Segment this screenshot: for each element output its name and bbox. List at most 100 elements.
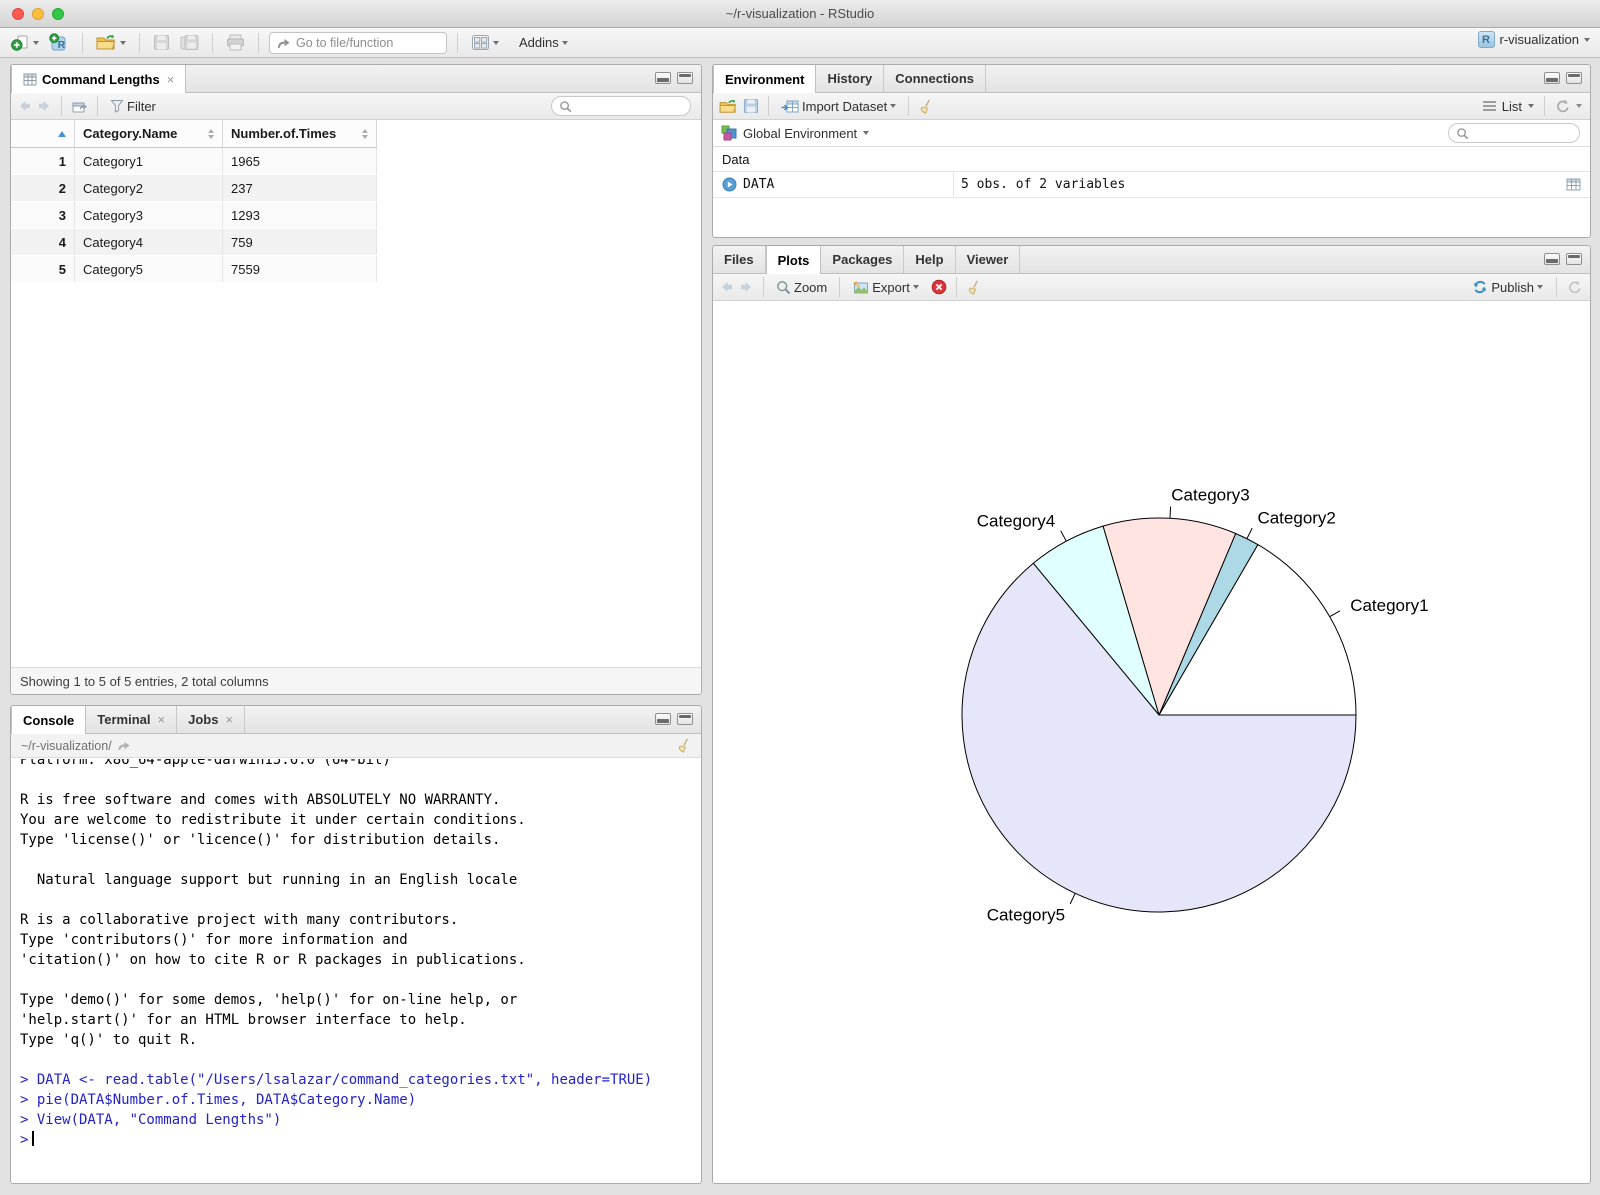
close-window-button[interactable] <box>12 8 24 20</box>
pie-label-tick <box>1069 893 1076 905</box>
list-view-label[interactable]: List <box>1502 99 1522 114</box>
tab-close-icon[interactable]: × <box>158 712 166 727</box>
previous-plot-icon[interactable] <box>719 280 734 294</box>
environment-object-row[interactable]: DATA 5 obs. of 2 variables <box>713 172 1590 198</box>
publish-button[interactable]: Publish <box>1469 278 1546 297</box>
back-icon[interactable] <box>17 99 32 113</box>
console-path-bar: ~/r-visualization/ <box>11 734 701 758</box>
global-environment-selector[interactable]: Global Environment <box>743 126 857 141</box>
clear-objects-icon[interactable] <box>918 99 934 114</box>
r-cube-letter: R <box>57 40 65 51</box>
column-header-rownum[interactable] <box>11 120 75 147</box>
search-icon <box>559 100 572 113</box>
tab-close-icon[interactable]: × <box>167 72 175 87</box>
tab-label: Terminal <box>97 712 151 727</box>
pie-label-tick <box>1169 506 1172 519</box>
tab-label: Plots <box>777 252 810 268</box>
console-output[interactable]: Platform: x86_64-apple-darwin15.6.0 (64-… <box>11 759 701 1183</box>
search-icon <box>1456 127 1469 140</box>
project-label: r-visualization <box>1499 32 1579 47</box>
row-number: 2 <box>11 175 75 201</box>
pie-chart: Category1 Category2 Category3 Category4 Cate… <box>961 486 1429 925</box>
data-viewer-pane: Command Lengths × Filter Category.Name N… <box>10 64 702 695</box>
view-object-icon[interactable] <box>1566 178 1581 191</box>
text-cursor <box>32 1131 34 1146</box>
tab-files[interactable]: Files <box>713 246 766 273</box>
tab-terminal[interactable]: Terminal × <box>86 706 178 733</box>
table-row[interactable]: 2 Category2 237 <box>11 175 377 202</box>
open-new-window-icon[interactable] <box>71 99 88 114</box>
tab-label: Viewer <box>966 252 1009 267</box>
new-project-button[interactable]: R <box>46 31 72 54</box>
pane-layout-button[interactable] <box>468 32 502 53</box>
column-header-name[interactable]: Category.Name <box>75 120 223 147</box>
table-row[interactable]: 1 Category1 1965 <box>11 148 377 175</box>
goto-file-input[interactable] <box>296 35 426 50</box>
save-all-icon <box>180 34 199 51</box>
goto-file-box[interactable] <box>269 31 447 54</box>
working-directory: ~/r-visualization/ <box>21 738 112 753</box>
remove-plot-icon[interactable] <box>931 279 947 295</box>
maximize-pane-icon[interactable] <box>677 72 693 84</box>
data-viewer-search[interactable] <box>551 96 691 116</box>
tab-help[interactable]: Help <box>904 246 956 273</box>
table-row[interactable]: 4 Category4 759 <box>11 229 377 256</box>
addins-button[interactable]: Addins <box>516 33 571 52</box>
minimize-pane-icon[interactable] <box>655 72 671 84</box>
tab-console[interactable]: Console <box>11 706 87 734</box>
forward-icon[interactable] <box>37 99 52 113</box>
environment-pane: Environment History Connections Import D… <box>712 64 1591 238</box>
environment-toolbar: Import Dataset List <box>713 93 1590 120</box>
zoom-window-button[interactable] <box>52 8 64 20</box>
project-menu-button[interactable]: R r-visualization <box>1477 31 1590 48</box>
print-icon <box>226 34 245 51</box>
clear-console-icon[interactable] <box>676 738 692 753</box>
cell-category: Category2 <box>75 175 223 201</box>
minimize-pane-icon[interactable] <box>1544 253 1560 265</box>
tab-command-lengths[interactable]: Command Lengths × <box>11 65 187 93</box>
tab-packages[interactable]: Packages <box>821 246 905 273</box>
environment-search-input[interactable] <box>1473 125 1572 141</box>
refresh-plots-icon[interactable] <box>1567 280 1582 295</box>
minimize-pane-icon[interactable] <box>1544 72 1560 84</box>
maximize-pane-icon[interactable] <box>1566 72 1582 84</box>
sort-asc-icon <box>58 130 66 137</box>
print-button[interactable] <box>223 32 248 53</box>
load-workspace-icon[interactable] <box>719 99 738 114</box>
tab-plots[interactable]: Plots <box>765 246 822 274</box>
filter-button[interactable]: Filter <box>107 97 159 116</box>
tab-connections[interactable]: Connections <box>884 65 986 92</box>
data-viewer-search-input[interactable] <box>576 98 683 114</box>
expand-object-icon[interactable] <box>722 177 737 192</box>
row-number: 3 <box>11 202 75 228</box>
open-file-button[interactable] <box>93 32 129 53</box>
data-viewer-tabstrip: Command Lengths × <box>11 65 701 93</box>
tab-label: Packages <box>832 252 893 267</box>
save-workspace-icon[interactable] <box>743 98 759 114</box>
minimize-pane-icon[interactable] <box>655 713 671 725</box>
save-button[interactable] <box>150 32 173 53</box>
zoom-plot-button[interactable]: Zoom <box>773 278 830 297</box>
column-header-times[interactable]: Number.of.Times <box>223 120 377 147</box>
tab-environment[interactable]: Environment <box>713 65 817 93</box>
maximize-pane-icon[interactable] <box>677 713 693 725</box>
new-file-button[interactable] <box>8 32 42 54</box>
environment-scope-bar: Global Environment <box>713 120 1590 147</box>
environment-search[interactable] <box>1448 123 1580 143</box>
table-row[interactable]: 3 Category3 1293 <box>11 202 377 229</box>
tab-label: History <box>827 71 873 86</box>
maximize-pane-icon[interactable] <box>1566 253 1582 265</box>
next-plot-icon[interactable] <box>739 280 754 294</box>
export-plot-button[interactable]: Export <box>849 278 922 297</box>
import-dataset-button[interactable]: Import Dataset <box>778 97 899 116</box>
refresh-icon[interactable] <box>1555 99 1570 114</box>
open-directory-icon[interactable] <box>117 739 131 752</box>
tab-viewer[interactable]: Viewer <box>956 246 1021 273</box>
tab-close-icon[interactable]: × <box>225 712 233 727</box>
table-row[interactable]: 5 Category5 7559 <box>11 256 377 283</box>
clear-plots-icon[interactable] <box>966 280 982 295</box>
save-all-button[interactable] <box>177 32 202 53</box>
minimize-window-button[interactable] <box>32 8 44 20</box>
tab-jobs[interactable]: Jobs × <box>177 706 246 733</box>
tab-history[interactable]: History <box>816 65 885 92</box>
